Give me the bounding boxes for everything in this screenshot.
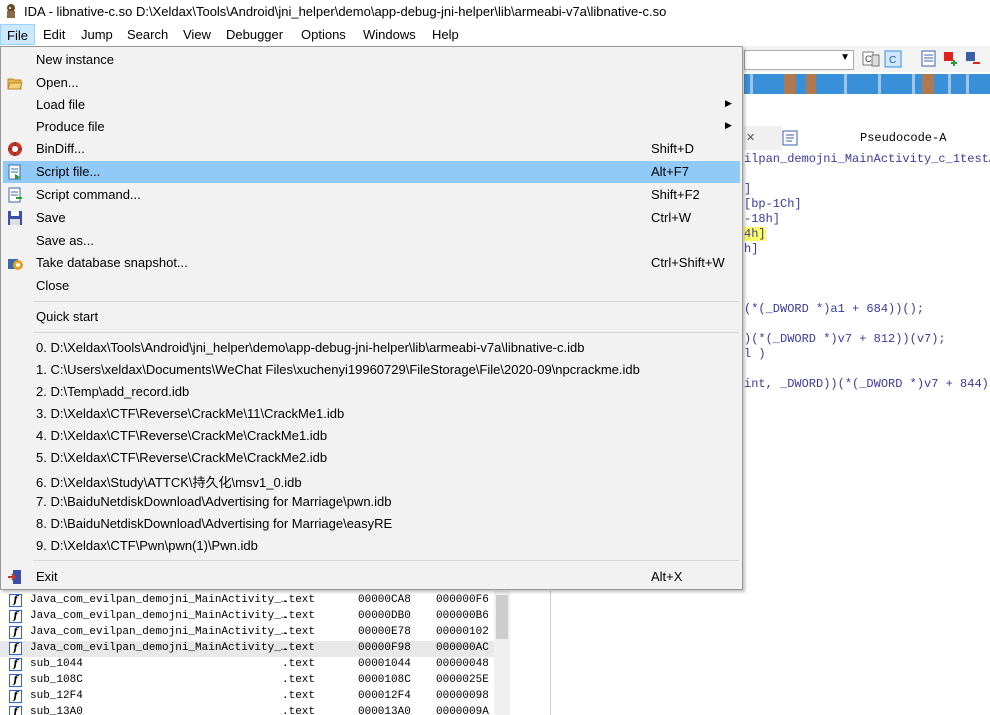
menu-item-take-snapshot[interactable]: Take database snapshot... Ctrl+Shift+W (3, 252, 740, 274)
recent-file-item[interactable]: 9. D:\Xeldax\CTF\Pwn\pwn(1)\Pwn.idb (3, 535, 740, 557)
table-row[interactable]: f Java_com_evilpan_demojni_MainActivity_… (0, 593, 494, 609)
file-menu-dropdown: New instance Open... Load file ▶ Produce… (0, 46, 743, 590)
bindiff-icon (8, 142, 22, 156)
menu-item-bindiff[interactable]: BinDiff... Shift+D (3, 138, 740, 160)
navigation-band[interactable] (744, 74, 990, 94)
function-icon: f (9, 626, 22, 639)
menu-separator (33, 301, 739, 302)
recent-file-item[interactable]: 2. D:\Temp\add_record.idb (3, 381, 740, 403)
recent-file-item[interactable]: 6. D:\Xeldax\Study\ATTCK\持久化\msv1_0.idb (3, 469, 740, 491)
recent-file-item[interactable]: 0. D:\Xeldax\Tools\Android\jni_helper\de… (3, 337, 740, 359)
function-icon: f (9, 706, 22, 715)
table-row-selected[interactable]: f Java_com_evilpan_demojni_MainActivity_… (0, 641, 494, 657)
table-row[interactable]: f sub_108C .text 0000108C 0000025E (0, 673, 494, 689)
menu-search[interactable]: Search (121, 24, 174, 45)
ida-logo-icon (7, 4, 15, 18)
table-row[interactable]: f Java_com_evilpan_demojni_MainActivity_… (0, 609, 494, 625)
function-icon: f (9, 642, 22, 655)
folder-open-icon (7, 78, 23, 90)
save-icon (8, 211, 22, 225)
snapshot-icon (8, 259, 23, 270)
code-line-highlighted: 4h] (744, 227, 766, 241)
submenu-arrow-icon: ▶ (725, 98, 732, 108)
menu-item-save-as[interactable]: Save as... (3, 230, 740, 252)
menu-separator (33, 560, 739, 561)
toolbar: ▼ C C (744, 46, 990, 72)
menu-item-produce-file[interactable]: Produce file ▶ (3, 116, 740, 138)
toolbar-remove-icon[interactable] (964, 50, 982, 68)
exit-icon (8, 570, 21, 584)
code-line: l ) (744, 347, 766, 361)
recent-file-item[interactable]: 7. D:\BaiduNetdiskDownload\Advertising f… (3, 491, 740, 513)
functions-list: f Java_com_evilpan_demojni_MainActivity_… (0, 591, 510, 715)
menu-edit[interactable]: Edit (37, 24, 71, 45)
toolbar-run-icon[interactable]: C (884, 50, 902, 68)
menu-item-close[interactable]: Close (3, 275, 740, 297)
chevron-down-icon: ▼ (840, 52, 850, 63)
function-icon: f (9, 674, 22, 687)
code-line: -18h] (744, 212, 781, 226)
toolbar-list-icon[interactable] (920, 50, 938, 68)
close-icon[interactable]: ✕ (746, 131, 755, 144)
table-row[interactable]: f sub_12F4 .text 000012F4 00000098 (0, 689, 494, 705)
recent-file-item[interactable]: 4. D:\Xeldax\CTF\Reverse\CrackMe\CrackMe… (3, 425, 740, 447)
script-command-icon (8, 187, 22, 203)
pseudocode-view[interactable]: ilpan_demojni_MainActivity_c_1testAr ] [… (744, 150, 990, 590)
table-row[interactable]: f Java_com_evilpan_demojni_MainActivity_… (0, 625, 494, 641)
table-row[interactable]: f sub_13A0 .text 000013A0 0000009A (0, 705, 494, 715)
menu-item-load-file[interactable]: Load file ▶ (3, 94, 740, 116)
menu-item-save[interactable]: Save Ctrl+W (3, 207, 740, 229)
menu-options[interactable]: Options (295, 24, 352, 45)
menu-file[interactable]: File (0, 24, 35, 45)
menu-jump[interactable]: Jump (75, 24, 119, 45)
pane-splitter[interactable] (550, 591, 551, 715)
functions-scrollbar[interactable] (494, 591, 510, 715)
window-title: IDA - libnative-c.so D:\Xeldax\Tools\And… (24, 4, 667, 19)
code-line: )(*(_DWORD *)v7 + 812))(v7); (744, 332, 946, 346)
code-line: ilpan_demojni_MainActivity_c_1testAr (744, 152, 990, 166)
recent-file-item[interactable]: 5. D:\Xeldax\CTF\Reverse\CrackMe\CrackMe… (3, 447, 740, 469)
script-file-icon (8, 164, 21, 180)
function-icon: f (9, 658, 22, 671)
menu-item-script-command[interactable]: Script command... Shift+F2 (3, 184, 740, 206)
menu-separator (33, 332, 739, 333)
menu-debugger[interactable]: Debugger (220, 24, 289, 45)
function-icon: f (9, 610, 22, 623)
toolbar-step-icon[interactable]: C (862, 50, 880, 68)
code-line: h] (744, 242, 759, 256)
menu-item-script-file[interactable]: Script file... Alt+F7 (3, 161, 740, 183)
table-row[interactable]: f sub_1044 .text 00001044 00000048 (0, 657, 494, 673)
code-line: (*(_DWORD *)a1 + 684))(); (744, 302, 925, 316)
scrollbar-thumb[interactable] (496, 595, 508, 639)
menu-help[interactable]: Help (426, 24, 465, 45)
code-line: int, _DWORD))(*(_DWORD *)v7 + 844)) (744, 377, 990, 391)
code-line: ] (744, 182, 752, 196)
menu-view[interactable]: View (177, 24, 217, 45)
function-icon: f (9, 594, 22, 607)
menu-bar: File Edit Jump Search View Debugger Opti… (0, 24, 990, 46)
tab-pseudocode-label: Pseudocode-A (860, 131, 947, 145)
svg-text:C: C (889, 55, 896, 66)
function-icon: f (9, 690, 22, 703)
recent-file-item[interactable]: 3. D:\Xeldax\CTF\Reverse\CrackMe\11\Crac… (3, 403, 740, 425)
recent-file-item[interactable]: 1. C:\Users\xeldax\Documents\WeChat File… (3, 359, 740, 381)
toolbar-add-icon[interactable] (942, 50, 960, 68)
menu-item-exit[interactable]: Exit Alt+X (3, 566, 740, 588)
pseudocode-icon (782, 130, 798, 146)
tab-pseudocode[interactable]: Pseudocode-A (782, 126, 990, 150)
svg-text:C: C (865, 54, 872, 64)
menu-windows[interactable]: Windows (357, 24, 422, 45)
view-tab-bar: ✕ Pseudocode-A (744, 126, 990, 151)
submenu-arrow-icon: ▶ (725, 120, 732, 130)
recent-file-item[interactable]: 8. D:\BaiduNetdiskDownload\Advertising f… (3, 513, 740, 535)
code-line: [bp-1Ch] (744, 197, 802, 211)
toolbar-combobox[interactable]: ▼ (744, 50, 854, 70)
title-bar: IDA - libnative-c.so D:\Xeldax\Tools\And… (0, 0, 990, 24)
menu-item-quick-start[interactable]: Quick start (3, 306, 740, 328)
menu-item-new-instance[interactable]: New instance (3, 49, 740, 71)
menu-item-open[interactable]: Open... (3, 72, 740, 94)
